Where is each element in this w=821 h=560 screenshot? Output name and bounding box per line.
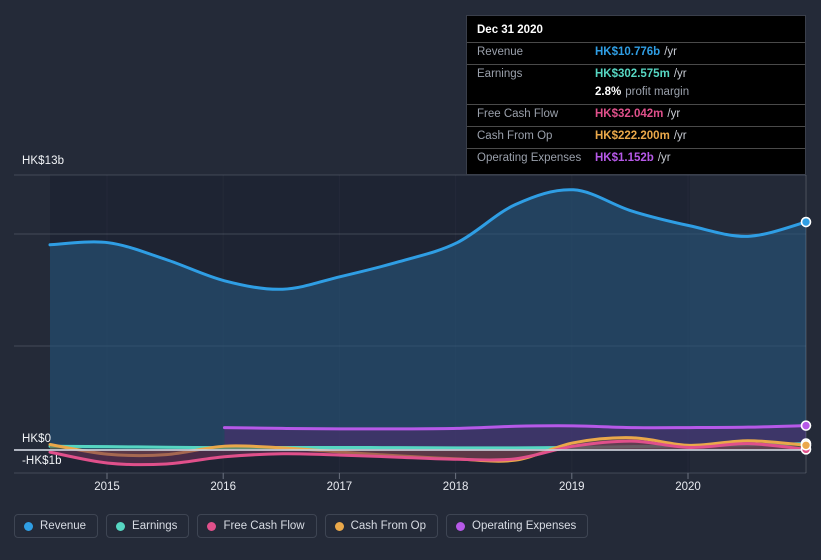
tooltip-row-value: HK$32.042m bbox=[595, 108, 664, 120]
tooltip-row-unit: /yr bbox=[657, 152, 671, 164]
tooltip-row-profit-margin: 2.8% profit margin bbox=[467, 86, 805, 104]
tooltip-row-value: HK$1.152b bbox=[595, 152, 654, 164]
legend-item-cash-from-op[interactable]: Cash From Op bbox=[324, 514, 439, 538]
legend-item-free-cash-flow[interactable]: Free Cash Flow bbox=[197, 514, 317, 538]
x-tick-2020: 2020 bbox=[675, 481, 701, 493]
x-tick-2015: 2015 bbox=[94, 481, 120, 493]
x-tick-2016: 2016 bbox=[210, 481, 236, 493]
endpoint-marker-revenue[interactable] bbox=[800, 216, 812, 228]
tooltip-row-label: Cash From Op bbox=[477, 130, 553, 142]
x-tick-2017: 2017 bbox=[326, 481, 353, 493]
legend-color-dot-icon bbox=[207, 521, 217, 531]
tooltip-row-earnings: Earnings HK$302.575m/yr bbox=[467, 64, 805, 86]
x-tick-2018: 2018 bbox=[442, 481, 469, 493]
tooltip-row-unit: /yr bbox=[667, 108, 681, 120]
tooltip-rows: Revenue HK$10.776b/yr Earnings HK$302.575m /… bbox=[467, 42, 805, 170]
legend-item-revenue[interactable]: Revenue bbox=[14, 514, 99, 538]
profit-margin-value: 2.8% bbox=[595, 86, 622, 98]
legend-color-dot-icon bbox=[116, 521, 126, 531]
legend-item-label: Operating Expenses bbox=[472, 520, 577, 532]
tooltip-date: Dec 31 2020 bbox=[477, 24, 543, 36]
tooltip-row-label: Revenue bbox=[477, 46, 524, 58]
chart-legend[interactable]: Revenue Earnings Free Cash Flow Cash From O… bbox=[14, 514, 589, 538]
tooltip-row-unit: /yr bbox=[664, 46, 677, 58]
tooltip-row-free-cash-flow: Free Cash Flow HK$32.042m/yr bbox=[467, 104, 805, 126]
profit-margin-label: profit margin bbox=[625, 86, 690, 98]
tooltip-row-value: HK$222.200m bbox=[595, 130, 670, 142]
x-tick-2019: 2019 bbox=[559, 481, 585, 493]
tooltip-row-unit: /yr bbox=[673, 130, 687, 142]
endpoint-marker-cash-from-op[interactable] bbox=[800, 439, 812, 451]
chart-page: HK$13b HK$0 -HK$1b 2015 2016 2017 2018 2019 2… bbox=[0, 0, 821, 560]
tooltip-row-revenue: Revenue HK$10.776b/yr bbox=[467, 42, 805, 64]
data-tooltip: Dec 31 2020 Revenue HK$10.776b/yr Earnings… bbox=[466, 15, 806, 175]
tooltip-row-unit: /yr bbox=[673, 68, 687, 80]
tooltip-row-cash-from-op: Cash From Op HK$222.200m/yr bbox=[467, 126, 805, 148]
legend-item-label: Cash From Op bbox=[350, 520, 427, 532]
tooltip-row-label: Earnings bbox=[477, 68, 523, 80]
legend-item-earnings[interactable]: Earnings bbox=[106, 514, 190, 538]
y-axis-label-zero: HK$0 bbox=[22, 433, 52, 445]
legend-item-operating-expenses[interactable]: Operating Expenses bbox=[446, 514, 589, 538]
tooltip-row-operating-expenses: Operating Expenses HK$1.152b/yr bbox=[467, 148, 805, 170]
legend-color-dot-icon bbox=[334, 521, 344, 531]
y-axis-label-negative: -HK$1b bbox=[22, 455, 62, 467]
endpoint-marker-operating-expenses[interactable] bbox=[800, 420, 812, 431]
y-axis-label-top: HK$13b bbox=[22, 155, 65, 167]
legend-color-dot-icon bbox=[456, 521, 466, 531]
tooltip-row-value: HK$10.776b bbox=[595, 46, 661, 58]
legend-item-label: Free Cash Flow bbox=[223, 520, 305, 532]
tooltip-row-label: Free Cash Flow bbox=[477, 108, 559, 120]
legend-item-label: Earnings bbox=[132, 520, 178, 532]
tooltip-row-value: HK$302.575m bbox=[595, 68, 670, 80]
legend-color-dot-icon bbox=[24, 521, 33, 531]
legend-item-label: Revenue bbox=[40, 520, 87, 532]
tooltip-row-label: Operating Expenses bbox=[477, 152, 582, 164]
